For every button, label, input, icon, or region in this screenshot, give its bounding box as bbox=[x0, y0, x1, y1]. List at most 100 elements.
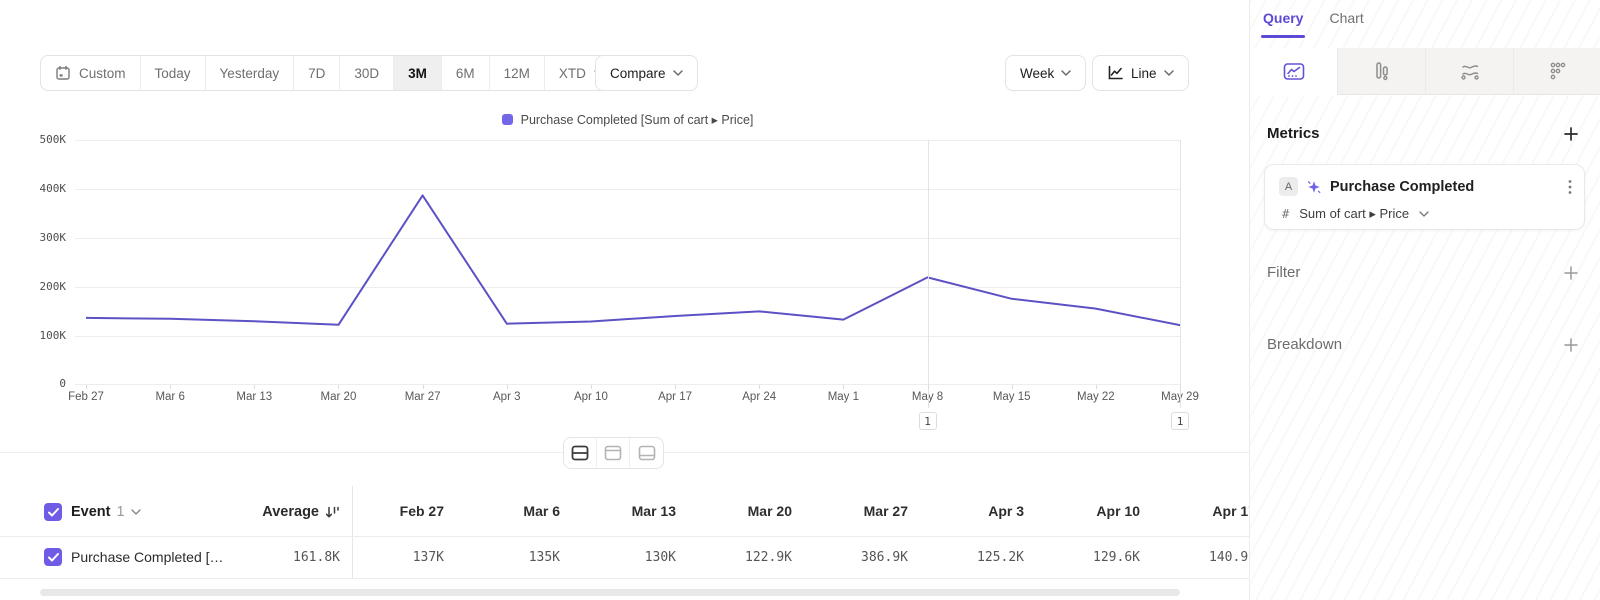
y-tick-label: 100K bbox=[40, 329, 67, 342]
legend-label: Purchase Completed [Sum of cart ▸ Price] bbox=[521, 112, 754, 127]
metric-event-name: Purchase Completed bbox=[1330, 179, 1560, 195]
report-type-retention[interactable] bbox=[1514, 48, 1600, 95]
date-range-selector: CustomTodayYesterday7D30D3M6M12MXTD bbox=[40, 55, 619, 91]
plus-icon bbox=[1564, 338, 1578, 352]
checkmark-icon bbox=[48, 553, 59, 562]
calendar-icon bbox=[55, 65, 71, 81]
date-column-header[interactable]: Mar 20 bbox=[700, 486, 816, 536]
main-area: CustomTodayYesterday7D30D3M6M12MXTD Comp… bbox=[0, 0, 1249, 600]
report-type-funnels[interactable] bbox=[1338, 48, 1426, 95]
add-metric-button[interactable] bbox=[1562, 125, 1580, 143]
x-tick-label: Apr 3 bbox=[471, 391, 543, 403]
chart-only-icon bbox=[604, 445, 622, 461]
x-tick-mark bbox=[1180, 385, 1181, 389]
query-builder-panel: Query Chart bbox=[1249, 0, 1600, 600]
annotation-count-badge[interactable]: 1 bbox=[1171, 412, 1189, 430]
chevron-down-icon bbox=[1419, 211, 1429, 217]
x-tick-label: Apr 24 bbox=[723, 391, 795, 403]
series-row-average: 161.8K bbox=[228, 537, 340, 578]
series-row-name[interactable]: Purchase Completed [Sum of cart ▸ Price] bbox=[71, 537, 229, 578]
x-tick-mark bbox=[86, 385, 87, 389]
chart-only-toggle[interactable] bbox=[597, 438, 630, 468]
line-chart-icon bbox=[1107, 65, 1124, 81]
y-tick-label: 300K bbox=[40, 231, 67, 244]
tab-chart[interactable]: Chart bbox=[1329, 10, 1363, 35]
x-tick-label: May 15 bbox=[976, 391, 1048, 403]
date-column-header[interactable]: Apr 17 bbox=[1164, 486, 1249, 536]
range-7d[interactable]: 7D bbox=[294, 56, 340, 90]
range-custom[interactable]: Custom bbox=[41, 56, 141, 90]
chart-legend[interactable]: Purchase Completed [Sum of cart ▸ Price] bbox=[75, 112, 1180, 127]
series-line bbox=[86, 140, 1180, 385]
add-breakdown-button[interactable] bbox=[1562, 336, 1580, 354]
select-all-checkbox[interactable] bbox=[44, 503, 62, 521]
series-value-cell: 130K bbox=[584, 537, 700, 578]
interval-button[interactable]: Week bbox=[1005, 55, 1086, 91]
series-value-cell: 386.9K bbox=[816, 537, 932, 578]
y-tick-label: 400K bbox=[40, 182, 67, 195]
horizontal-scrollbar[interactable] bbox=[40, 589, 1180, 596]
compare-button[interactable]: Compare bbox=[595, 55, 698, 91]
report-type-flows[interactable] bbox=[1426, 48, 1514, 95]
series-value-cell: 122.9K bbox=[700, 537, 816, 578]
range-3m[interactable]: 3M bbox=[394, 56, 442, 90]
x-tick-mark bbox=[591, 385, 592, 389]
metric-aggregation-label: Sum of cart ▸ Price bbox=[1299, 206, 1409, 222]
range-today[interactable]: Today bbox=[141, 56, 206, 90]
date-column-header[interactable]: Apr 10 bbox=[1048, 486, 1164, 536]
x-tick-mark bbox=[423, 385, 424, 389]
split-view-icon bbox=[571, 445, 589, 461]
average-column-header[interactable]: Average bbox=[228, 488, 340, 536]
row-divider bbox=[0, 578, 1249, 579]
table-row-values: 137K135K130K122.9K386.9K125.2K129.6K140.… bbox=[352, 537, 1249, 578]
x-tick-mark bbox=[675, 385, 676, 389]
x-tick-mark bbox=[1096, 385, 1097, 389]
x-tick-mark bbox=[170, 385, 171, 389]
annotation-line bbox=[928, 140, 929, 408]
annotation-count-badge[interactable]: 1 bbox=[919, 412, 937, 430]
y-tick-label: 200K bbox=[40, 280, 67, 293]
add-filter-button[interactable] bbox=[1562, 264, 1580, 282]
x-tick-label: May 22 bbox=[1060, 391, 1132, 403]
breakdown-section-title: Breakdown bbox=[1267, 336, 1342, 353]
line-chart-plot[interactable] bbox=[86, 140, 1180, 385]
flows-icon bbox=[1459, 61, 1481, 81]
sort-icon bbox=[325, 505, 340, 519]
y-tick-label: 500K bbox=[40, 133, 67, 146]
range-6m[interactable]: 6M bbox=[442, 56, 490, 90]
average-label: Average bbox=[262, 504, 319, 520]
insights-chart-icon bbox=[1283, 62, 1305, 81]
x-tick-mark bbox=[1012, 385, 1013, 389]
event-column-header[interactable]: Event 1 bbox=[71, 488, 141, 536]
metric-card[interactable]: A Purchase Completed # Sum of cart ▸ Pri… bbox=[1264, 164, 1585, 230]
kebab-menu-icon[interactable] bbox=[1568, 179, 1572, 195]
table-date-headers: Feb 27Mar 6Mar 13Mar 20Mar 27Apr 3Apr 10… bbox=[352, 486, 1249, 536]
event-sparkle-icon bbox=[1306, 179, 1322, 195]
x-tick-mark bbox=[507, 385, 508, 389]
date-column-header[interactable]: Mar 27 bbox=[816, 486, 932, 536]
table-only-toggle[interactable] bbox=[630, 438, 663, 468]
legend-swatch bbox=[502, 114, 513, 125]
x-tick-mark bbox=[338, 385, 339, 389]
row-checkbox[interactable] bbox=[44, 548, 62, 566]
range-yesterday[interactable]: Yesterday bbox=[206, 56, 295, 90]
chevron-down-icon bbox=[131, 509, 141, 515]
interval-label: Week bbox=[1020, 66, 1054, 81]
table-only-icon bbox=[638, 445, 656, 461]
metric-aggregation-selector[interactable]: # Sum of cart ▸ Price bbox=[1282, 206, 1429, 222]
date-column-header[interactable]: Apr 3 bbox=[932, 486, 1048, 536]
tab-query[interactable]: Query bbox=[1263, 10, 1303, 35]
date-column-header[interactable]: Mar 13 bbox=[584, 486, 700, 536]
split-view-toggle[interactable] bbox=[564, 438, 597, 468]
retention-dots-icon bbox=[1548, 61, 1568, 81]
report-type-insights[interactable] bbox=[1250, 48, 1338, 95]
date-column-header[interactable]: Mar 6 bbox=[468, 486, 584, 536]
panel-tabs: Query Chart bbox=[1263, 10, 1364, 35]
range-30d[interactable]: 30D bbox=[340, 56, 394, 90]
chart-style-label: Line bbox=[1131, 66, 1157, 81]
metric-letter-badge: A bbox=[1279, 177, 1298, 196]
date-column-header[interactable]: Feb 27 bbox=[352, 486, 468, 536]
chart-style-button[interactable]: Line bbox=[1092, 55, 1189, 91]
x-tick-mark bbox=[843, 385, 844, 389]
range-12m[interactable]: 12M bbox=[490, 56, 545, 90]
